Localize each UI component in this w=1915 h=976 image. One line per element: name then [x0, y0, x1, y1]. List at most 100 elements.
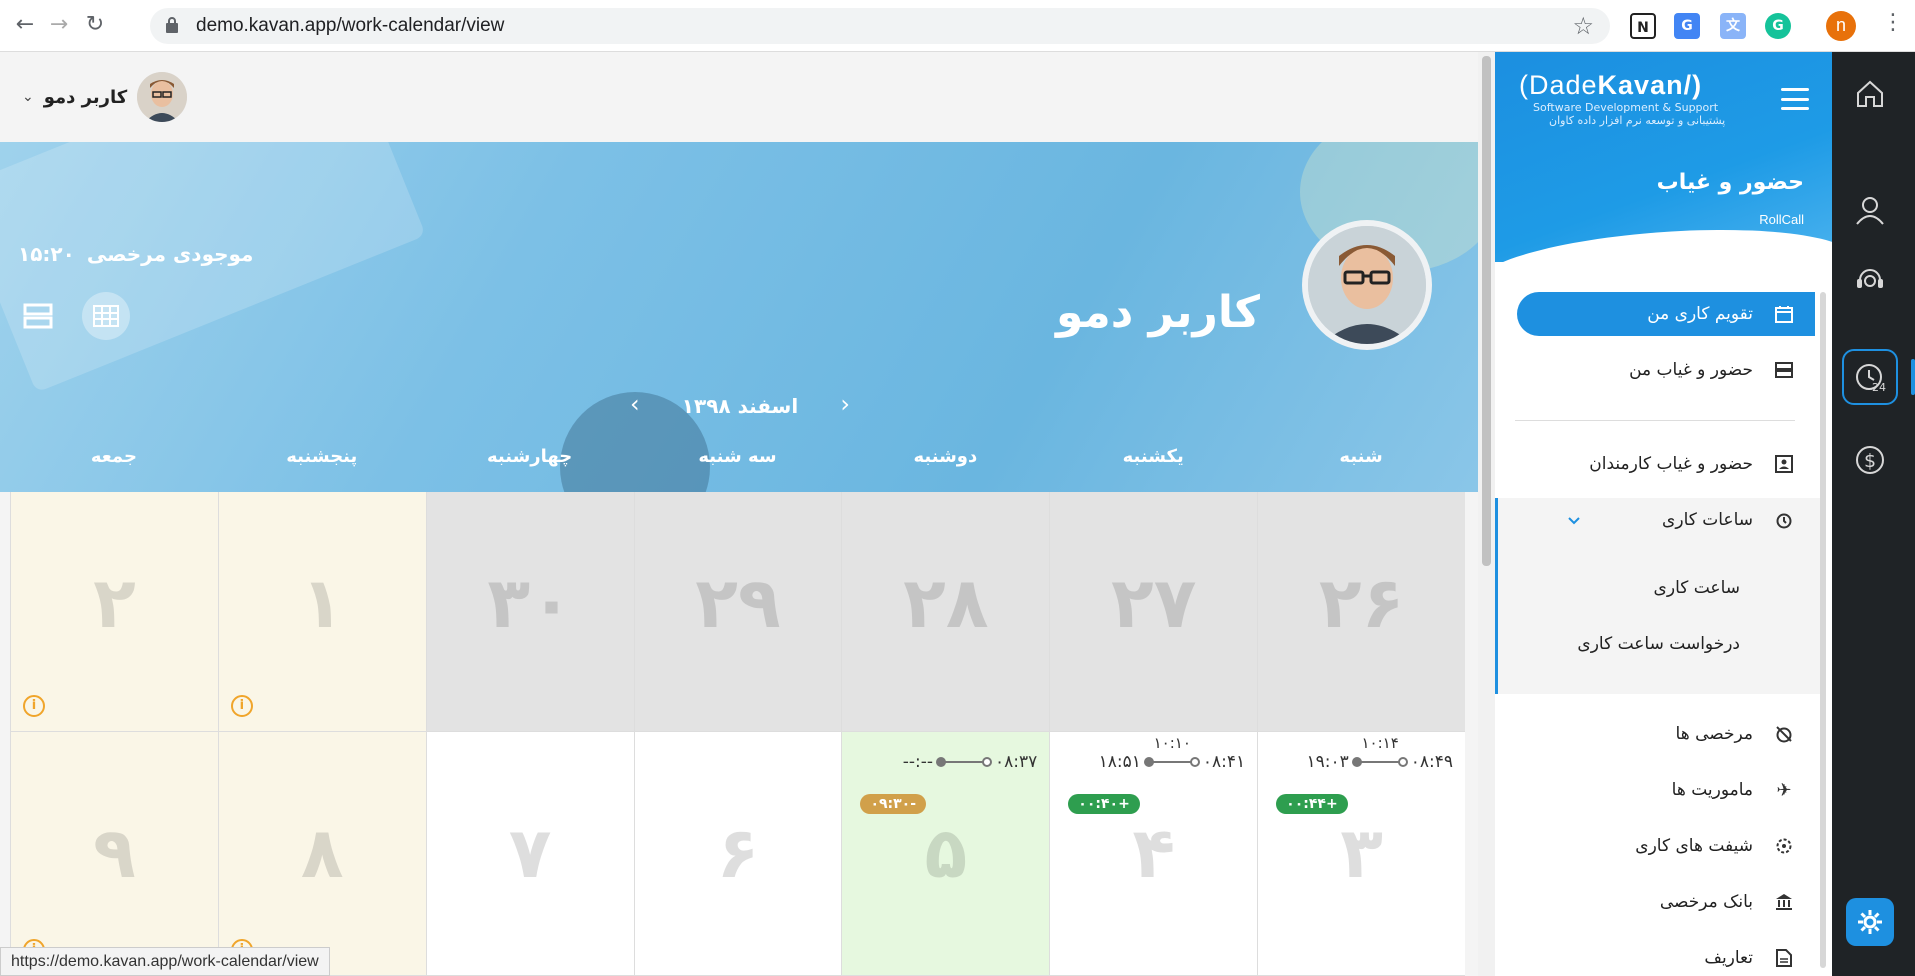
menu-item-missions[interactable]: ماموریت ها ✈: [1517, 768, 1815, 812]
menu-item-label: مرخصی ها: [1675, 724, 1753, 744]
menu-item-label: ساعات کاری: [1662, 510, 1753, 530]
translate-extension-icon[interactable]: G: [1674, 13, 1700, 39]
menu-item-my-calendar[interactable]: تقویم کاری من: [1517, 292, 1815, 336]
rail-rollcall-button[interactable]: 24: [1842, 349, 1898, 405]
menu-item-label: حضور و غیاب کارمندان: [1589, 454, 1753, 474]
day-number: ۲۹: [695, 562, 781, 644]
calendar-day-cell[interactable]: ۲۶: [1257, 492, 1465, 732]
timeline: [1143, 757, 1200, 767]
chevron-down-icon: [1568, 517, 1580, 525]
calendar-day-cell[interactable]: ۳ ۱۹:۰۳ ۰۸:۴۹ ۱۰:۱۴ +۰۰:۴۴: [1257, 732, 1465, 976]
menu-item-working-hours[interactable]: ساعات کاری: [1517, 498, 1815, 542]
menu-item-leave-bank[interactable]: بانک مرخصی: [1517, 880, 1815, 924]
submenu-working-hour[interactable]: ساعت کاری: [1654, 578, 1740, 598]
menu-item-employees-attendance[interactable]: حضور و غیاب کارمندان: [1517, 442, 1815, 486]
weekday-label: چهارشنبه: [486, 446, 573, 467]
calendar-day-cell[interactable]: ۲۹: [633, 492, 842, 732]
info-icon[interactable]: i: [23, 695, 45, 717]
weekday-label: سه شنبه: [698, 446, 777, 467]
menu-item-my-attendance[interactable]: حضور و غیاب من: [1517, 348, 1815, 392]
grid-view-button[interactable]: [82, 292, 130, 340]
menu-item-shifts[interactable]: شیفت های کاری: [1517, 824, 1815, 868]
list-view-button[interactable]: [14, 292, 62, 340]
menu-item-label: حضور و غیاب من: [1629, 360, 1753, 380]
page-scrollbar[interactable]: [1478, 52, 1495, 976]
address-bar[interactable]: demo.kavan.app/work-calendar/view ☆: [150, 8, 1610, 44]
day-number: ۶: [716, 812, 760, 894]
calendar-day-cell[interactable]: ۳۰: [425, 492, 634, 732]
punch-times: --:-- ۰۸:۳۷: [903, 752, 1038, 772]
bookmark-star-icon[interactable]: ☆: [1572, 12, 1594, 40]
alarm-off-icon: [1773, 723, 1795, 745]
bank-icon: [1773, 891, 1795, 913]
calendar-day-cell[interactable]: ۷: [425, 732, 634, 976]
leave-balance-label: موجودی مرخصی: [86, 242, 254, 266]
calendar-day-cell[interactable]: ۱i: [217, 492, 426, 732]
calendar-day-cell[interactable]: ۹i: [10, 732, 218, 976]
url-text: demo.kavan.app/work-calendar/view: [196, 15, 505, 36]
break-time: ۱۰:۱۰: [1153, 734, 1191, 752]
chevron-right-icon[interactable]: ›: [840, 390, 850, 418]
home-icon: [1857, 80, 1883, 107]
calendar-day-cell[interactable]: ۵ --:-- ۰۸:۳۷ -۰۹:۳۰: [841, 732, 1050, 976]
rail-support-button[interactable]: [1842, 252, 1898, 308]
rail-settings-button[interactable]: [1846, 898, 1894, 946]
calendar-day-cell[interactable]: ۲۷: [1049, 492, 1258, 732]
info-icon[interactable]: i: [230, 695, 253, 717]
settings-icon: [1858, 910, 1882, 934]
menu-item-leaves[interactable]: مرخصی ها: [1517, 712, 1815, 756]
exit-time: --:--: [902, 752, 934, 772]
rail-home-button[interactable]: [1842, 66, 1898, 122]
weekday-label: دوشنبه: [913, 446, 978, 467]
day-number: ۲۶: [1318, 562, 1405, 644]
calendar-day-cell[interactable]: ۴ ۱۸:۵۱ ۰۸:۴۱ ۱۰:۱۰ +۰۰:۴۰: [1049, 732, 1258, 976]
leave-balance: ۱۵:۲۰ موجودی مرخصی: [18, 242, 253, 266]
rail-finance-button[interactable]: $: [1842, 432, 1898, 488]
back-icon[interactable]: ←: [12, 12, 38, 38]
day-number: ۳: [1340, 812, 1383, 894]
weekday-label: یکشنبه: [1122, 446, 1184, 467]
translate2-extension-icon[interactable]: 文: [1720, 13, 1746, 39]
logo-text-b: Kavan/): [1597, 70, 1703, 100]
user-name: کاربر دمو: [43, 86, 128, 108]
forward-icon[interactable]: →: [46, 12, 72, 38]
submenu-working-hour-request[interactable]: درخواست ساعت کاری: [1577, 634, 1740, 654]
balance-badge: +۰۰:۴۰: [1068, 794, 1140, 814]
calendar-day-cell[interactable]: ۶: [633, 732, 842, 976]
menu-item-definitions[interactable]: تعاریف: [1517, 936, 1815, 976]
chevron-down-icon: ⌄: [22, 89, 34, 105]
logo-tagline: Software Development & Support: [1533, 101, 1719, 114]
browser-menu-icon[interactable]: ⋮: [1882, 10, 1904, 35]
scrollbar-thumb[interactable]: [1482, 56, 1491, 566]
shift-icon: [1773, 835, 1795, 857]
calendar-day-cell[interactable]: ۲i: [10, 492, 218, 732]
avatar: [137, 72, 188, 122]
notion-extension-icon[interactable]: N: [1630, 13, 1656, 39]
list-icon: [1773, 359, 1795, 381]
sidebar-scrollbar[interactable]: [1820, 292, 1826, 968]
profile-banner: ۱۵:۲۰ موجودی مرخصی کاربر دمو ‹ اسفند ۱۳۹…: [0, 142, 1478, 492]
calendar-icon: [1773, 303, 1795, 325]
month-navigator: ‹ اسفند ۱۳۹۸ ›: [620, 390, 860, 424]
calendar-day-cell[interactable]: ۲۸: [841, 492, 1050, 732]
list-view-icon: [23, 303, 53, 329]
reload-icon[interactable]: ↻: [82, 12, 108, 38]
profile-avatar[interactable]: n: [1826, 11, 1856, 41]
calendar-grid: ۲۶ ۲۷ ۲۸ ۲۹ ۳۰ ۱ i ۲ i ۳ ۱۹:۰۳ ۰۸:۴۹ ۱۰:۱۴ +۰۰:۴۴ ۴ ۱۸:…: [10, 492, 1465, 976]
module-title: حضور و غیاب: [1656, 170, 1804, 195]
app-rail: 24 $: [1832, 52, 1915, 976]
chevron-left-icon[interactable]: ‹: [630, 390, 640, 418]
support-icon: [1857, 269, 1883, 288]
hamburger-menu-icon[interactable]: [1781, 88, 1809, 110]
rail-user-button[interactable]: [1842, 182, 1898, 238]
module-subtitle: RollCall: [1759, 212, 1804, 227]
profile-name: کاربر دمو: [1055, 287, 1260, 338]
dollar-icon: $: [1856, 446, 1884, 474]
calendar-day-cell[interactable]: ۸i: [217, 732, 426, 976]
day-number: ۸: [300, 812, 344, 894]
user-menu[interactable]: ⌄ کاربر دمو: [22, 72, 188, 122]
grid-view-icon: [93, 305, 119, 327]
menu-item-label: تعاریف: [1704, 948, 1753, 968]
day-number: ۷: [508, 812, 552, 894]
grammarly-extension-icon[interactable]: G: [1765, 13, 1791, 39]
